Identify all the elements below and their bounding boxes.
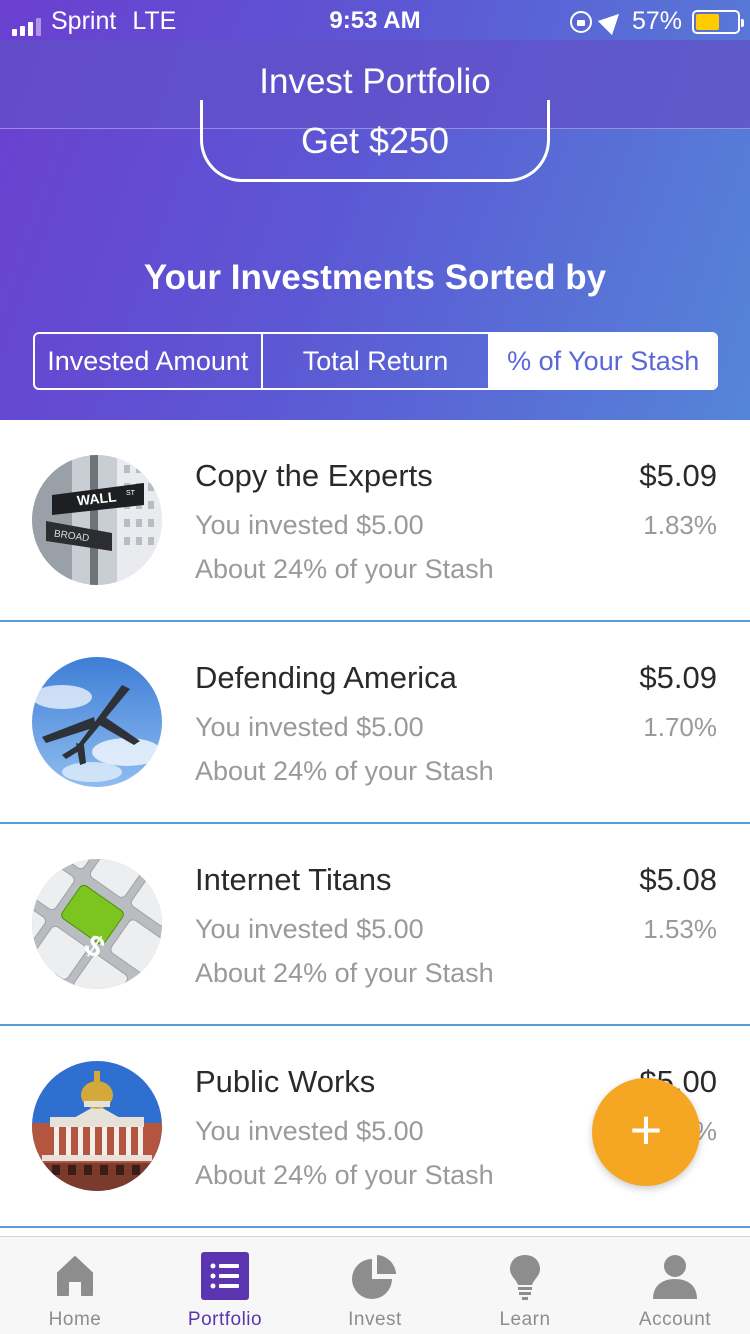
investment-value: $5.09 — [639, 660, 717, 695]
investment-row-copy-the-experts[interactable]: WALL ST BROAD Copy the Experts You inves… — [0, 420, 750, 622]
investment-value: $5.09 — [639, 458, 717, 493]
status-bar: Sprint LTE 9:53 AM 57% — [0, 0, 750, 40]
tab-invest[interactable]: Invest — [300, 1237, 450, 1334]
pie-chart-icon — [350, 1251, 400, 1301]
investment-return: 1.70% — [643, 712, 717, 742]
location-arrow-icon — [597, 6, 627, 35]
battery-icon — [692, 9, 744, 34]
tab-home[interactable]: Home — [0, 1237, 150, 1334]
investment-invested: You invested $5.00 — [195, 1116, 424, 1146]
investment-share: About 24% of your Stash — [195, 1160, 494, 1190]
investment-share: About 24% of your Stash — [195, 554, 494, 584]
investment-name: Public Works — [195, 1064, 376, 1099]
investment-return: 1.53% — [643, 914, 717, 944]
investment-row-defending-america[interactable]: Defending America You invested $5.00 Abo… — [0, 622, 750, 824]
tab-account[interactable]: Account — [600, 1237, 750, 1334]
rotation-lock-icon — [569, 10, 592, 33]
sort-option-total-return[interactable]: Total Return — [260, 334, 489, 388]
get-bonus-button[interactable]: Get $250 — [200, 100, 550, 182]
page-title: Invest Portfolio — [259, 62, 491, 101]
fighter-jet-image — [32, 657, 162, 787]
wall-street-sign-image: WALL ST BROAD — [32, 455, 162, 585]
battery-percent: 57% — [631, 7, 682, 35]
tab-label: Invest — [348, 1309, 402, 1330]
investment-value: $5.08 — [639, 862, 717, 897]
investment-share: About 24% of your Stash — [195, 756, 494, 786]
tab-bar: Home Portfolio Invest Learn Account — [0, 1236, 750, 1334]
status-bar-right: 57% — [569, 6, 744, 36]
lightbulb-icon — [500, 1251, 550, 1301]
sort-option-percent-of-stash[interactable]: % of Your Stash — [488, 334, 716, 388]
tab-label: Learn — [499, 1309, 551, 1330]
tab-learn[interactable]: Learn — [450, 1237, 600, 1334]
investment-row-internet-titans[interactable]: $ Internet Titans You invested $5.00 Abo… — [0, 824, 750, 1026]
investment-share: About 24% of your Stash — [195, 958, 494, 988]
investment-invested: You invested $5.00 — [195, 914, 424, 944]
investment-invested: You invested $5.00 — [195, 510, 424, 540]
dollar-keyboard-key-image: $ — [32, 859, 162, 989]
state-house-dome-image — [32, 1061, 162, 1191]
sort-title: Your Investments Sorted by — [143, 258, 607, 297]
svg-text:ST: ST — [126, 490, 136, 497]
portfolio-list-icon — [200, 1251, 250, 1301]
sort-segmented-control: Invested Amount Total Return % of Your S… — [33, 332, 718, 390]
investment-name: Copy the Experts — [195, 458, 433, 493]
hero-header: Sprint LTE 9:53 AM 57% Invest Portfolio … — [0, 0, 750, 420]
tab-label: Home — [48, 1309, 102, 1330]
tab-label: Portfolio — [187, 1309, 263, 1330]
investment-invested: You invested $5.00 — [195, 712, 424, 742]
investment-name: Internet Titans — [195, 862, 392, 897]
home-icon — [50, 1251, 100, 1301]
tab-portfolio[interactable]: Portfolio — [150, 1237, 300, 1334]
investment-return: 1.83% — [643, 510, 717, 540]
sort-option-invested-amount[interactable]: Invested Amount — [35, 334, 261, 388]
add-investment-button[interactable]: + — [592, 1078, 700, 1186]
investment-name: Defending America — [195, 660, 457, 695]
tab-label: Account — [638, 1309, 712, 1330]
person-icon — [650, 1251, 700, 1301]
